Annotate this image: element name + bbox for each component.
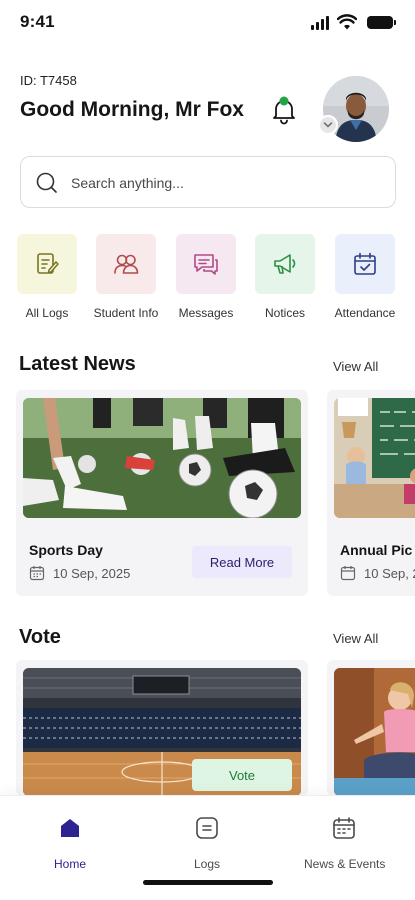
quick-action-tile[interactable] (255, 234, 315, 294)
quick-action-label: Messages (178, 306, 234, 320)
news-card-date: 10 Sep, 2025 (29, 565, 130, 581)
quick-action-tile[interactable] (176, 234, 236, 294)
quick-action-messages[interactable]: Messages (175, 234, 237, 320)
latest-news-title: Latest News (19, 353, 136, 375)
tab-home[interactable]: Home (50, 816, 90, 871)
greeting-title: Good Morning, Mr Fox (20, 98, 244, 121)
avatar-dropdown-chevron[interactable] (318, 115, 338, 135)
read-more-button[interactable]: Read More (192, 546, 292, 578)
quick-action-label: Notices (264, 306, 305, 320)
vote-card[interactable] (327, 660, 415, 796)
logs-icon (196, 817, 218, 839)
news-image-annual-pic (334, 398, 415, 518)
home-indicator (143, 880, 273, 885)
megaphone-icon (274, 254, 296, 274)
edit-note-icon (37, 253, 59, 274)
vote-title: Vote (19, 626, 61, 648)
news-card[interactable]: Annual Pic 10 Sep, 2 (327, 390, 415, 596)
notification-bell-icon[interactable] (270, 95, 298, 125)
news-image-sports-day (23, 398, 301, 518)
tab-logs[interactable]: Logs (187, 816, 227, 871)
news-card-title: Sports Day (29, 542, 103, 558)
news-view-all-link[interactable]: View All (333, 359, 378, 374)
chevron-down-icon (323, 122, 333, 128)
quick-action-label: Attendance (334, 306, 396, 320)
tab-label: News & Events (304, 857, 386, 871)
tab-news-events[interactable]: News & Events (304, 816, 386, 871)
quick-action-tile[interactable] (17, 234, 77, 294)
search-input[interactable] (71, 171, 371, 195)
quick-action-tile[interactable] (335, 234, 395, 294)
status-time: 9:41 (20, 12, 55, 31)
calendar-icon (340, 566, 356, 581)
home-icon (61, 819, 79, 837)
chat-icon (194, 254, 218, 275)
quick-action-label: All Logs (25, 306, 69, 320)
search-bar[interactable] (20, 156, 396, 208)
user-id: ID: T7458 (20, 73, 77, 88)
news-card[interactable]: Sports Day 10 Sep, 2025 Read More (16, 390, 308, 596)
calendar-check-icon (354, 252, 376, 275)
news-date-text: 10 Sep, 2 (364, 565, 415, 581)
quick-action-notices[interactable]: Notices (254, 234, 316, 320)
wifi-icon (337, 14, 357, 30)
status-bar: 9:41 (0, 0, 415, 46)
vote-card[interactable]: Vote (16, 660, 308, 796)
quick-action-student-info[interactable]: Student Info (94, 234, 158, 320)
quick-action-all-logs[interactable]: All Logs (16, 234, 78, 320)
quick-action-label: Student Info (93, 306, 159, 320)
vote-image-yoga (334, 668, 415, 796)
news-card-title: Annual Pic (340, 542, 413, 558)
battery-icon (367, 16, 396, 29)
vote-view-all-link[interactable]: View All (333, 631, 378, 646)
calendar-icon (29, 566, 45, 581)
vote-button[interactable]: Vote (192, 759, 292, 791)
quick-action-tile[interactable] (96, 234, 156, 294)
quick-action-attendance[interactable]: Attendance (334, 234, 396, 320)
tab-label: Logs (193, 857, 221, 871)
news-card-date: 10 Sep, 2 (340, 565, 415, 581)
cellular-signal-icon (311, 16, 329, 30)
news-calendar-icon (333, 817, 355, 839)
news-date-text: 10 Sep, 2025 (53, 565, 131, 581)
search-icon (36, 172, 57, 193)
users-icon (114, 254, 139, 274)
tab-label: Home (53, 857, 86, 871)
